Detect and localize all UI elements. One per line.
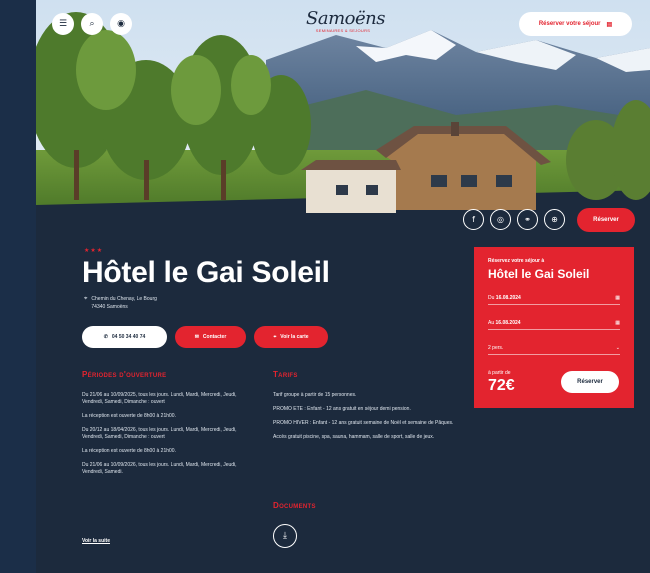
- opening-text: Du 21/06 au 10/09/2025, tous les jours. …: [82, 392, 247, 483]
- map-button[interactable]: ⌖ Voir la carte: [254, 326, 328, 348]
- mail-icon: ✉: [194, 334, 199, 340]
- page-frame: ☰ ⌕ ◉ Samoëns SEMINAIRES & SEJOURS Réser…: [36, 0, 650, 573]
- address-line-2: 74340 Samoëns: [91, 303, 128, 310]
- download-icon[interactable]: ⤓: [273, 524, 297, 548]
- facebook-icon[interactable]: f: [463, 209, 484, 230]
- map-label: Voir la carte: [280, 334, 309, 340]
- logo-tagline: SEMINAIRES & SEJOURS: [315, 28, 371, 33]
- reserve-button-hero[interactable]: Réserver: [577, 208, 635, 232]
- link-icon[interactable]: ⚭: [517, 209, 538, 230]
- opening-paragraph: Du 21/06 au 10/09/2026, tous les jours. …: [82, 462, 237, 475]
- tarifs-paragraph: PROMO HIVER : Enfant - 12 ans gratuit se…: [273, 420, 454, 426]
- opening-paragraph: Du 20/12 au 18/04/2026, tous les jours. …: [82, 427, 237, 440]
- date-to-value: 16.08.2024: [495, 319, 521, 326]
- date-from-value: 16.08.2024: [495, 294, 521, 301]
- tarifs-title: Tarifs: [273, 370, 298, 379]
- contact-label: Contacter: [202, 334, 227, 340]
- booking-hotel-name: Hôtel le Gai Soleil: [488, 267, 590, 281]
- instagram-icon[interactable]: ◎: [490, 209, 511, 230]
- date-from-label: Du: [488, 294, 495, 301]
- opening-paragraph: La réception est ouverte de 8h00 à 21h00…: [82, 413, 176, 419]
- hotel-title: Hôtel le Gai Soleil: [82, 256, 330, 289]
- social-links: f ◎ ⚭ ⊕: [463, 209, 565, 230]
- tarifs-text: Tarif groupe à partir de 15 personnes. P…: [273, 392, 458, 448]
- phone-button[interactable]: ✆ 04 50 34 40 74: [82, 326, 167, 348]
- date-from-field[interactable]: Du 16.08.2024 ▦: [488, 291, 620, 305]
- price-label: à partir de: [488, 370, 511, 376]
- text-fade-overlay: [80, 500, 255, 526]
- logo-text: Samoëns: [306, 8, 385, 29]
- opening-paragraph: Du 21/06 au 10/09/2025, tous les jours. …: [82, 392, 237, 405]
- guests-value: 2 pers.: [488, 344, 504, 351]
- eye-icon[interactable]: ◉: [110, 13, 132, 35]
- search-icon[interactable]: ⌕: [81, 13, 103, 35]
- top-icon-group: ☰ ⌕ ◉: [52, 13, 132, 35]
- book-stay-button[interactable]: Réserver votre séjour ▤: [519, 12, 632, 36]
- chevron-down-icon: ⌄: [615, 344, 620, 351]
- reserve-button[interactable]: Réserver: [561, 371, 619, 393]
- tarifs-paragraph: Accès gratuit piscine, spa, sauna, hamma…: [273, 434, 435, 440]
- star-rating: ★★★: [84, 248, 104, 254]
- hotel-address: ⌖ Chemin du Chenay, Le Bourg 74340 Samoë…: [84, 296, 157, 311]
- tarifs-paragraph: PROMO ETE : Enfant - 12 ans gratuit en s…: [273, 406, 411, 412]
- date-to-field[interactable]: Au 16.08.2024 ▦: [488, 316, 620, 330]
- suitcase-icon: ▤: [606, 21, 613, 28]
- calendar-icon: ▦: [615, 294, 620, 301]
- see-more-link[interactable]: Voir la suite: [82, 538, 110, 544]
- opening-title: Périodes d'ouverture: [82, 370, 167, 379]
- phone-icon: ✆: [103, 334, 108, 340]
- hero-banner: ☰ ⌕ ◉ Samoëns SEMINAIRES & SEJOURS Réser…: [36, 0, 650, 235]
- contact-button[interactable]: ✉ Contacter: [175, 326, 246, 348]
- documents-title: Documents: [273, 501, 316, 510]
- site-logo[interactable]: Samoëns SEMINAIRES & SEJOURS: [306, 8, 385, 33]
- address-line-1: Chemin du Chenay, Le Bourg: [91, 296, 157, 302]
- calendar-icon: ▦: [615, 319, 620, 326]
- guests-select[interactable]: 2 pers. ⌄: [488, 341, 620, 355]
- globe-icon[interactable]: ⊕: [544, 209, 565, 230]
- action-buttons: ✆ 04 50 34 40 74 ✉ Contacter ⌖ Voir la c…: [82, 326, 328, 348]
- price-value: 72€: [488, 377, 515, 394]
- phone-label: 04 50 34 40 74: [111, 334, 146, 340]
- map-pin-icon: ⌖: [84, 296, 88, 302]
- opening-paragraph: La réception est ouverte de 8h00 à 21h00…: [82, 448, 176, 454]
- book-stay-label: Réserver votre séjour: [538, 21, 601, 27]
- location-icon: ⌖: [273, 334, 277, 340]
- menu-icon[interactable]: ☰: [52, 13, 74, 35]
- tarifs-paragraph: Tarif groupe à partir de 15 personnes.: [273, 392, 357, 398]
- booking-kicker: Réservez votre séjour à: [488, 258, 545, 264]
- date-to-label: Au: [488, 319, 495, 326]
- booking-card: Réservez votre séjour à Hôtel le Gai Sol…: [474, 247, 634, 408]
